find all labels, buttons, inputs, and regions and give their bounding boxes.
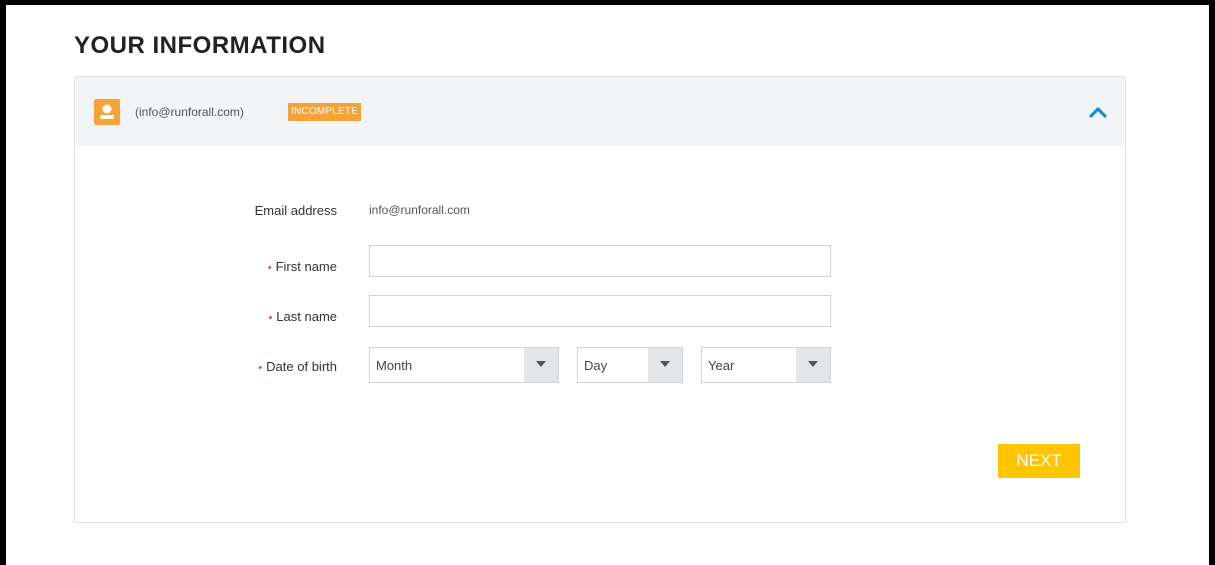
year-dropdown-arrow[interactable]	[796, 348, 830, 382]
user-icon	[94, 99, 120, 125]
collapse-button[interactable]	[1085, 99, 1111, 125]
required-marker: •	[267, 262, 272, 274]
required-marker: •	[268, 312, 273, 324]
email-label: Email address	[254, 203, 337, 218]
caret-down-icon	[660, 361, 670, 367]
year-select-value: Year	[708, 358, 735, 373]
month-select-value: Month	[376, 358, 413, 373]
page-title: YOUR INFORMATION	[74, 32, 326, 59]
first-name-label: • First name	[267, 259, 337, 274]
day-select-value: Day	[584, 358, 608, 373]
month-dropdown-arrow[interactable]	[524, 348, 558, 382]
day-select[interactable]: Day	[577, 347, 683, 383]
last-name-label: • Last name	[268, 309, 337, 324]
email-value: info@runforall.com	[369, 203, 470, 217]
panel-header[interactable]: (info@runforall.com) INCOMPLETE	[75, 77, 1125, 146]
last-name-input[interactable]	[369, 295, 831, 327]
chevron-up-icon	[1089, 107, 1107, 118]
status-badge: INCOMPLETE	[288, 103, 362, 121]
caret-down-icon	[536, 361, 546, 367]
year-select[interactable]: Year	[701, 347, 831, 383]
required-marker: •	[258, 362, 263, 374]
header-email: (info@runforall.com)	[135, 105, 244, 119]
dob-label: • Date of birth	[258, 359, 337, 374]
month-select[interactable]: Month	[369, 347, 559, 383]
next-button[interactable]: NEXT	[998, 444, 1080, 478]
your-information-panel: (info@runforall.com) INCOMPLETE Email ad…	[74, 76, 1126, 523]
first-name-input[interactable]	[369, 245, 831, 277]
caret-down-icon	[808, 361, 818, 367]
day-dropdown-arrow[interactable]	[648, 348, 682, 382]
